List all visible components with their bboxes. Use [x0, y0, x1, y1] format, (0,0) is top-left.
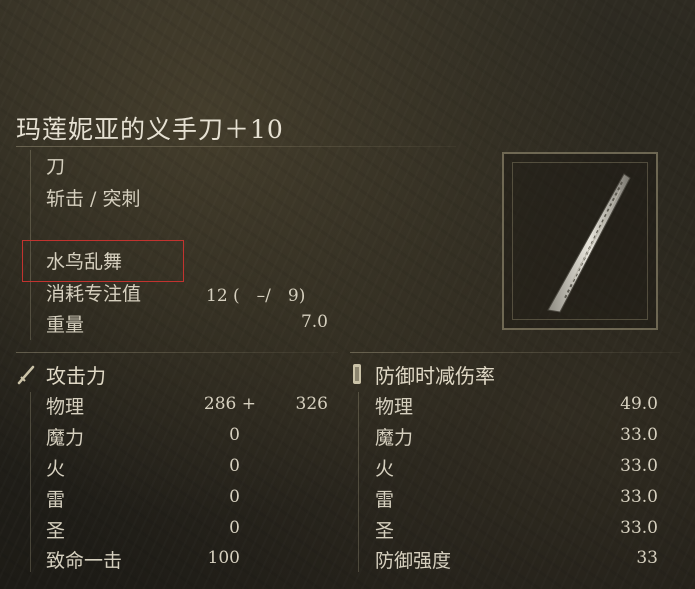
attack-label-lightning: 雷	[46, 489, 66, 511]
attack-bonus-physical: 326	[295, 394, 328, 414]
sword-icon	[17, 365, 35, 385]
weapon-type: 刀	[46, 156, 66, 178]
weapon-name: 玛莲妮亚的义手刀＋10	[16, 115, 284, 144]
shield-icon	[353, 364, 361, 384]
attack-value-holy: 0	[229, 518, 240, 538]
fp-cost-value: 12 ( –/ 9)	[206, 286, 306, 306]
defense-value-guard-boost: 33	[636, 548, 658, 568]
defense-value-fire: 33.0	[620, 456, 658, 476]
attack-label-fire: 火	[46, 458, 66, 480]
attack-top-divider	[16, 352, 338, 353]
defense-label-guard-boost: 防御强度	[375, 550, 452, 572]
fp-cost-label: 消耗专注值	[46, 283, 142, 305]
attack-label-critical: 致命一击	[46, 550, 123, 572]
attack-value-fire: 0	[229, 456, 240, 476]
defense-value-magic: 33.0	[620, 425, 658, 445]
katana-blade-icon	[547, 173, 631, 313]
weight-label: 重量	[46, 314, 85, 336]
skill-highlight-box	[22, 240, 184, 282]
title-divider	[16, 146, 456, 147]
defense-label-fire: 火	[375, 458, 395, 480]
defense-value-physical: 49.0	[620, 394, 658, 414]
attack-header: 攻击力	[46, 364, 106, 388]
defense-value-lightning: 33.0	[620, 487, 658, 507]
attack-value-critical: 100	[207, 548, 240, 568]
defense-header: 防御时减伤率	[375, 364, 495, 388]
defense-top-divider	[350, 352, 680, 353]
attack-label-physical: 物理	[46, 396, 85, 418]
defense-label-holy: 圣	[375, 520, 395, 542]
attack-value-lightning: 0	[229, 487, 240, 507]
defense-label-lightning: 雷	[375, 489, 395, 511]
defense-vertical-line	[358, 392, 359, 572]
attack-value-physical: 286 +	[203, 394, 256, 414]
attack-vertical-line	[30, 392, 31, 572]
attack-label-magic: 魔力	[46, 427, 85, 449]
defense-value-holy: 33.0	[620, 518, 658, 538]
defense-label-physical: 物理	[375, 396, 414, 418]
attack-label-holy: 圣	[46, 520, 66, 542]
weapon-attack-type: 斩击 / 突刺	[46, 188, 141, 210]
weight-value: 7.0	[300, 312, 328, 332]
attack-value-magic: 0	[229, 425, 240, 445]
defense-label-magic: 魔力	[375, 427, 414, 449]
